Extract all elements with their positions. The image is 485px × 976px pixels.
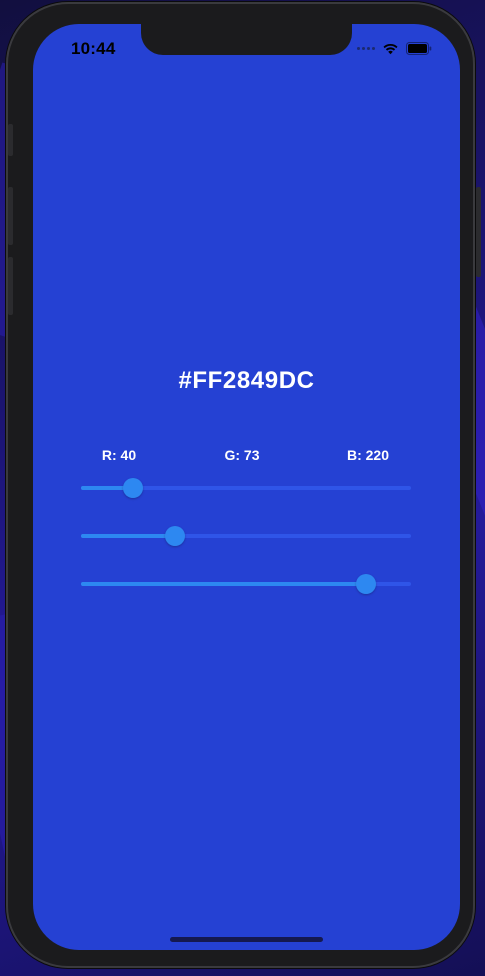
blue-slider[interactable]: [81, 573, 411, 595]
power-button: [476, 187, 481, 277]
status-time: 10:44: [71, 39, 116, 58]
cellular-signal-icon: [357, 47, 375, 50]
slider-fill: [81, 534, 176, 538]
green-slider[interactable]: [81, 525, 411, 547]
slider-thumb[interactable]: [122, 478, 143, 498]
notch: [141, 24, 352, 55]
silent-switch: [8, 124, 13, 156]
hex-color-value: #FF2849DC: [178, 367, 315, 394]
green-channel-label: G: 73: [224, 447, 260, 463]
phone-frame: 10:44 #FF2849DC R: 40 G: 73 B: 220: [6, 2, 481, 968]
volume-down-button: [8, 257, 13, 315]
channel-labels: R: 40 G: 73 B: 220: [81, 447, 412, 467]
app-screen: 10:44 #FF2849DC R: 40 G: 73 B: 220: [33, 24, 460, 950]
home-indicator[interactable]: [170, 937, 323, 942]
battery-icon: [406, 42, 432, 55]
status-icons: [357, 42, 432, 55]
slider-fill: [81, 582, 366, 586]
wifi-icon: [383, 43, 398, 55]
red-channel-label: R: 40: [101, 447, 137, 463]
slider-thumb[interactable]: [355, 574, 376, 594]
volume-up-button: [8, 187, 13, 245]
blue-channel-label: B: 220: [346, 447, 390, 463]
red-slider[interactable]: [81, 477, 411, 499]
slider-thumb[interactable]: [165, 526, 186, 546]
